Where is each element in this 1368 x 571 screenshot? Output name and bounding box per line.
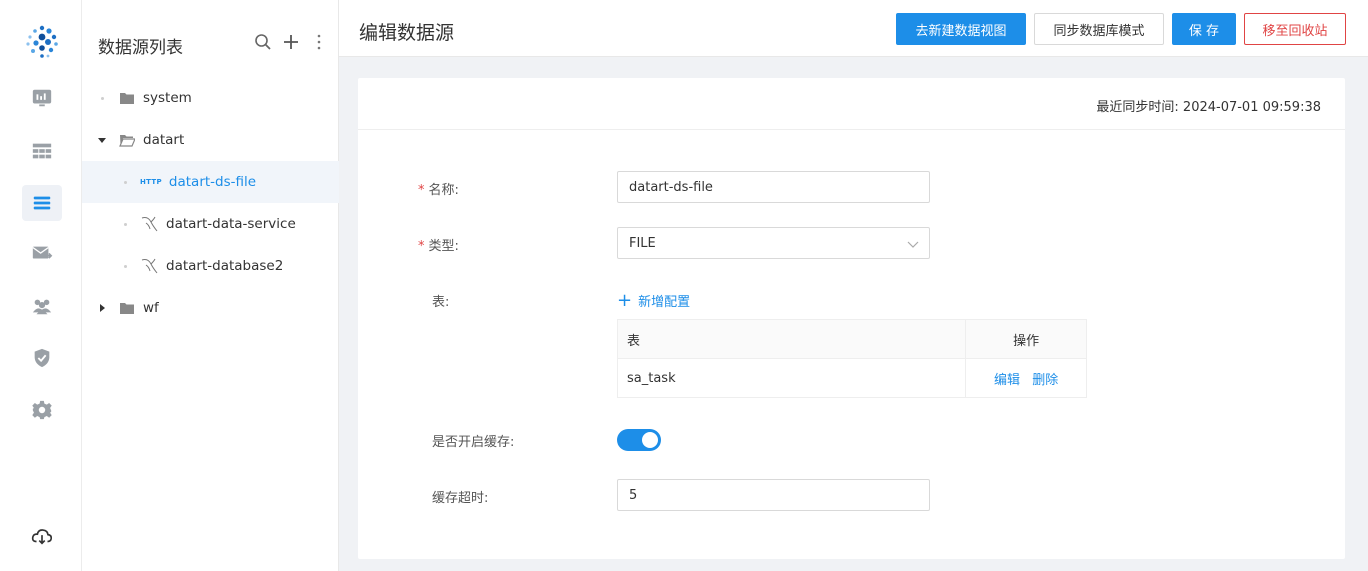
tree-title: 数据源列表 [98, 38, 183, 58]
datart-logo-icon[interactable] [24, 24, 60, 60]
tree-node-label: datart-data-service [166, 216, 296, 232]
caret-right-icon[interactable] [97, 303, 107, 313]
type-label-text: 类型: [428, 239, 459, 254]
tree-tools [254, 30, 328, 54]
tree-node-datart-data-service[interactable]: datart-data-service [82, 203, 339, 245]
http-badge: HTTP [140, 178, 162, 186]
leaf-dot [120, 219, 130, 229]
add-config-label: 新增配置 [638, 295, 691, 310]
dashboard-icon [32, 89, 52, 107]
mysql-icon [140, 256, 160, 276]
type-label: * 类型: [418, 235, 459, 254]
add-config-button[interactable]: + 新增配置 [617, 291, 690, 310]
move-to-recycle-button[interactable]: 移至回收站 [1244, 13, 1346, 45]
folder-icon [119, 301, 135, 315]
cloud-download-icon [31, 529, 53, 545]
tree-node-label: wf [143, 300, 159, 316]
nav-members[interactable] [22, 288, 62, 324]
name-label-text: 名称: [428, 183, 459, 198]
gear-icon [32, 400, 52, 420]
users-icon [32, 299, 52, 315]
last-sync-time: 最近同步时间: 2024-07-01 09:59:38 [1096, 100, 1321, 115]
card-top: 最近同步时间: 2024-07-01 09:59:38 [358, 78, 1345, 130]
search-button[interactable] [254, 30, 272, 54]
leaf-dot [120, 261, 130, 271]
plus-icon [284, 35, 298, 49]
add-datasource-button[interactable] [282, 30, 300, 54]
plus-icon: + [617, 289, 633, 311]
mail-send-icon [32, 246, 53, 259]
datasource-form-card: 最近同步时间: 2024-07-01 09:59:38 * 名称: datart-… [358, 78, 1345, 559]
nav-schedule[interactable] [22, 235, 62, 271]
name-input[interactable]: datart-ds-file [617, 171, 930, 203]
mysql-icon [140, 214, 160, 234]
main-header: 编辑数据源 去新建数据视图 同步数据库模式 保 存 移至回收站 [339, 0, 1368, 57]
nav-permission[interactable] [22, 340, 62, 376]
tree-node-label: datart-database2 [166, 258, 284, 274]
leaf-dot [97, 93, 107, 103]
table-row: sa_task 编辑 删除 [618, 358, 1087, 398]
save-button[interactable]: 保 存 [1172, 13, 1236, 45]
nav-dashboard[interactable] [22, 80, 62, 116]
column-header-actions: 操作 [965, 319, 1087, 359]
column-header-table: 表 [617, 319, 966, 359]
actions-cell: 编辑 删除 [965, 358, 1087, 398]
folder-open-icon [119, 133, 135, 147]
search-icon [255, 34, 271, 50]
tree-node-datart-database2[interactable]: datart-database2 [82, 245, 339, 287]
shield-check-icon [34, 348, 50, 368]
new-dataview-button[interactable]: 去新建数据视图 [896, 13, 1026, 45]
tree-node-system[interactable]: system [82, 77, 339, 119]
more-button[interactable] [310, 30, 328, 54]
tables-table: 表 操作 sa_task 编辑 删除 [617, 319, 1087, 398]
datasource-tree-panel: 数据源列表 system datart HTTP datart-ds-file … [82, 0, 339, 571]
type-select[interactable]: FILE [617, 227, 930, 259]
nav-datasource[interactable] [22, 185, 62, 221]
caret-down-icon[interactable] [97, 135, 107, 145]
name-label: * 名称: [418, 179, 459, 198]
tree-header: 数据源列表 [82, 0, 338, 84]
edit-link[interactable]: 编辑 [994, 373, 1020, 388]
icon-rail [0, 0, 82, 571]
table-label: 表: [432, 295, 450, 310]
delete-link[interactable]: 删除 [1032, 373, 1058, 388]
chevron-down-icon [907, 241, 919, 248]
cache-timeout-input[interactable]: 5 [617, 479, 930, 511]
nav-settings[interactable] [22, 392, 62, 428]
tree-node-label: datart [143, 132, 185, 148]
tree-node-wf[interactable]: wf [82, 287, 339, 329]
toggle-knob [642, 432, 658, 448]
cache-label: 是否开启缓存: [432, 435, 515, 450]
required-mark: * [418, 239, 425, 254]
page-title: 编辑数据源 [359, 22, 455, 44]
list-icon [33, 196, 51, 210]
nav-download[interactable] [22, 518, 62, 554]
table-grid-icon [32, 143, 52, 159]
tree-node-label: datart-ds-file [168, 174, 257, 190]
table-name-cell: sa_task [627, 370, 676, 386]
required-mark: * [418, 183, 425, 198]
http-icon: HTTP [140, 178, 162, 186]
cache-timeout-label: 缓存超时: [432, 491, 489, 506]
sync-schema-button[interactable]: 同步数据库模式 [1034, 13, 1164, 45]
tree-node-datart-ds-file[interactable]: HTTP datart-ds-file [82, 161, 339, 203]
cache-toggle[interactable] [617, 429, 661, 451]
table-header-row: 表 操作 [617, 319, 1087, 359]
tree-node-datart[interactable]: datart [82, 119, 339, 161]
type-select-value: FILE [629, 235, 656, 251]
more-vertical-icon [317, 34, 321, 50]
leaf-dot [120, 177, 130, 187]
tree-node-label: system [143, 90, 192, 106]
nav-dataview[interactable] [22, 133, 62, 169]
folder-icon [119, 91, 135, 105]
